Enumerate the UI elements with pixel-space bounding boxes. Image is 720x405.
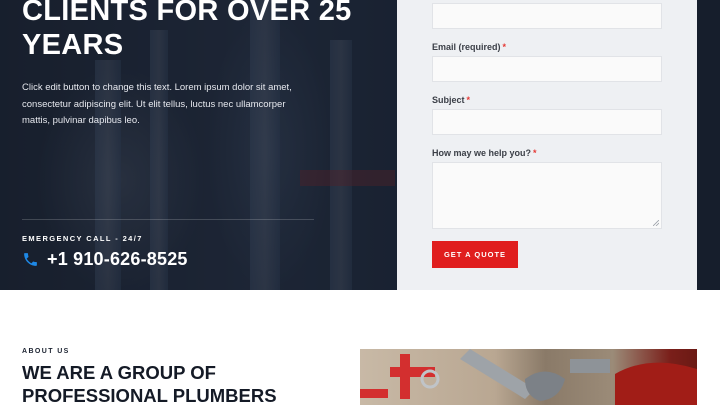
subject-label: Subject * [432, 95, 471, 105]
phone-contact[interactable]: +1 910-626-8525 [22, 249, 188, 270]
resize-grip-icon[interactable] [653, 220, 659, 226]
hero-divider [22, 219, 314, 220]
name-field[interactable] [432, 3, 662, 29]
email-field[interactable] [432, 56, 662, 82]
emergency-call-label: EMERGENCY CALL - 24/7 [22, 234, 143, 243]
message-label: How may we help you? * [432, 148, 537, 158]
email-label: Email (required) * [432, 42, 507, 52]
quote-form: Email (required) * Subject * How may we he… [397, 0, 697, 290]
hero-section: CLIENTS FOR OVER 25 YEARS Click edit but… [0, 0, 720, 290]
get-a-quote-button[interactable]: GET A QUOTE [432, 241, 518, 268]
plumbing-tools-illustration [360, 349, 697, 405]
phone-number[interactable]: +1 910-626-8525 [47, 249, 188, 270]
phone-icon [24, 253, 37, 266]
hero-description: Click edit button to change this text. L… [22, 82, 292, 126]
about-heading: WE ARE A GROUP OF PROFESSIONAL PLUMBERS [22, 362, 277, 405]
about-image [360, 349, 697, 405]
message-field[interactable] [432, 162, 662, 229]
hero-title: CLIENTS FOR OVER 25 YEARS [22, 0, 352, 61]
about-eyebrow: ABOUT US [22, 348, 70, 355]
subject-field[interactable] [432, 109, 662, 135]
